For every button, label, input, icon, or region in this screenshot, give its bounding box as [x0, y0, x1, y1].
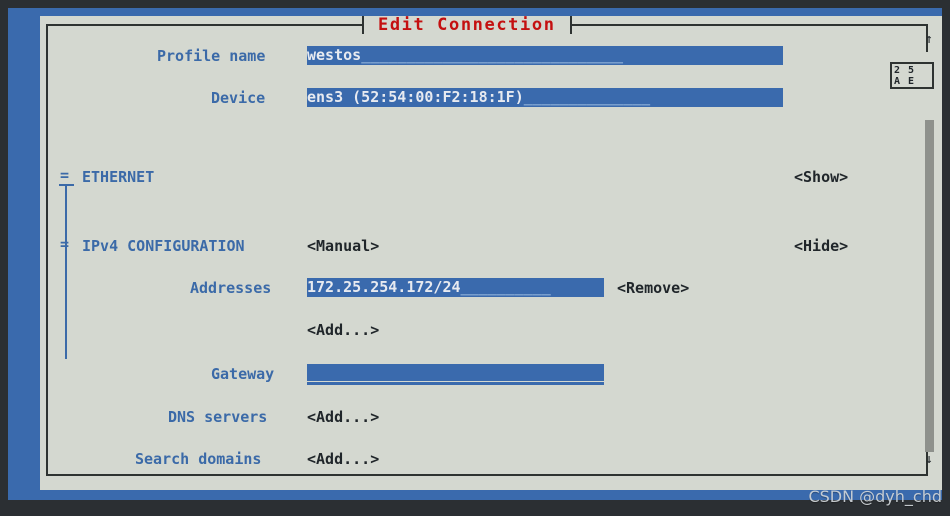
scroll-down-arrow-icon[interactable]: ↓ [922, 452, 936, 468]
dns-servers-row: DNS servers <Add...> [52, 407, 892, 428]
title-rule-right [571, 24, 928, 26]
profile-name-row: Profile name westos_____________________… [52, 46, 892, 67]
address-add-button[interactable]: <Add...> [307, 320, 379, 341]
gateway-row: Gateway [52, 364, 892, 385]
ethernet-show-button[interactable]: <Show> [794, 167, 848, 188]
address-input[interactable]: 172.25.254.172/24__________ [307, 278, 604, 297]
scrollbar-tooltip-line-1: 2 5 [894, 65, 916, 76]
ipv4-method-select[interactable]: <Manual> [307, 236, 379, 257]
profile-name-input[interactable]: westos_____________________________ [307, 46, 783, 65]
addresses-label: Addresses [190, 279, 272, 297]
profile-name-label: Profile name [157, 47, 266, 65]
profile-name-fill: _____________________________ [361, 46, 624, 64]
dialog-content: Profile name westos_____________________… [52, 46, 892, 470]
scroll-up-arrow-icon[interactable]: ↑ [922, 32, 936, 48]
address-remove-button[interactable]: <Remove> [617, 278, 689, 299]
screen: Edit Connection Profile name westos_____… [0, 0, 950, 516]
watermark: CSDN @dyh_chd [808, 487, 942, 506]
profile-name-value: westos [307, 46, 362, 64]
address-add-row: <Add...> [52, 320, 892, 341]
dns-servers-label: DNS servers [168, 408, 268, 426]
gateway-underline [307, 382, 604, 385]
title-rule-left [46, 24, 362, 26]
ethernet-expander-icon[interactable]: = [60, 165, 69, 186]
dialog-scrollbar[interactable]: ↑ ↓ [922, 32, 936, 468]
device-label: Device [211, 89, 266, 107]
search-domains-row: Search domains <Add...> [52, 449, 892, 470]
ethernet-section-label: ETHERNET [82, 168, 155, 186]
ethernet-section-row: = ETHERNET <Show> [52, 165, 892, 188]
device-value: ens3 (52:54:00:F2:18:1F) [307, 88, 524, 106]
page-title: Edit Connection [364, 16, 570, 34]
device-fill: ______________ [523, 88, 651, 106]
dns-servers-add-button[interactable]: <Add...> [307, 407, 379, 428]
gateway-input[interactable] [307, 364, 604, 381]
address-value: 172.25.254.172/24 [307, 278, 461, 296]
addresses-row: Addresses 172.25.254.172/24__________ <R… [52, 278, 892, 299]
ipv4-section-label: IPv4 CONFIGURATION [82, 237, 245, 255]
dialog-title-bar: Edit Connection [46, 16, 928, 34]
search-domains-label: Search domains [135, 450, 262, 468]
address-fill: __________ [460, 278, 551, 296]
scrollbar-tooltip-line-2: A E [894, 76, 916, 87]
ipv4-section-row: = IPv4 CONFIGURATION <Manual> <Hide> [52, 235, 892, 257]
ipv4-hide-button[interactable]: <Hide> [794, 236, 848, 257]
device-input[interactable]: ens3 (52:54:00:F2:18:1F)______________ [307, 88, 783, 107]
scrollbar-thumb[interactable] [925, 120, 934, 452]
gateway-label: Gateway [211, 365, 275, 383]
search-domains-add-button[interactable]: <Add...> [307, 449, 379, 470]
device-row: Device ens3 (52:54:00:F2:18:1F)_________… [52, 88, 892, 109]
scrollbar-tooltip: 2 5 A E [890, 62, 934, 89]
